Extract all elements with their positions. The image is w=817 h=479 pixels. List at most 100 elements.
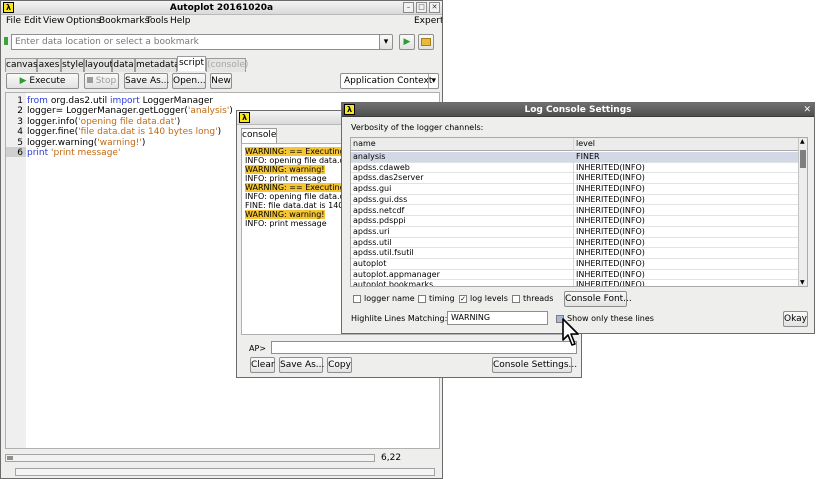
menu-expert[interactable]: Expert	[414, 15, 442, 27]
table-row[interactable]: apdss.gui INHERITED(INFO)	[351, 184, 799, 195]
menu-options[interactable]: Options	[66, 15, 101, 27]
logger-name-cell: autoplot	[351, 259, 574, 270]
logger-level-cell[interactable]: INHERITED(INFO)	[574, 248, 799, 259]
context-select[interactable]: Application Context ▾	[340, 73, 439, 89]
table-row[interactable]: apdss.uri INHERITED(INFO)	[351, 226, 799, 238]
table-row[interactable]: analysis FINER	[351, 152, 799, 163]
logger-level-cell[interactable]: INHERITED(INFO)	[574, 194, 799, 206]
data-location-input[interactable]: Enter data location or select a bookmark	[11, 34, 380, 50]
code-line: logger.warning('warning!')	[27, 138, 145, 148]
console-settings-button[interactable]: Console Settings...	[492, 357, 577, 373]
console-save-as-button[interactable]: Save As...	[279, 357, 324, 373]
threads-label: threads	[523, 294, 554, 303]
console-font-button[interactable]: Console Font...	[564, 291, 632, 307]
code-token: 'opening file data.dat'	[78, 116, 177, 127]
scroll-up-icon[interactable]: ▲	[800, 138, 805, 145]
table-row[interactable]: autoplot.bookmarks INHERITED(INFO)	[351, 280, 799, 286]
tab-style[interactable]: style	[61, 58, 84, 72]
menu-view[interactable]: View	[43, 15, 64, 27]
console-tab[interactable]: console	[241, 128, 277, 143]
table-row[interactable]: autoplot.appmanager INHERITED(INFO)	[351, 269, 799, 281]
logger-level-cell[interactable]: INHERITED(INFO)	[574, 173, 799, 185]
log-levels-checkbox[interactable]: ✓	[459, 295, 467, 303]
bookmark-folder-button[interactable]	[418, 34, 434, 50]
vertical-scrollbar[interactable]: ▲ ▼	[798, 138, 807, 286]
timing-checkbox[interactable]	[418, 295, 426, 303]
code-token: 'print message'	[51, 148, 121, 158]
close-icon[interactable]: ✕	[429, 2, 440, 13]
logger-level-cell[interactable]: INHERITED(INFO)	[574, 269, 799, 281]
tab-canvas[interactable]: canvas	[5, 58, 38, 72]
maximize-icon[interactable]: □	[416, 2, 427, 13]
menu-help[interactable]: Help	[170, 15, 191, 27]
clear-button[interactable]: Clear	[250, 357, 275, 373]
command-input[interactable]	[271, 341, 577, 354]
open-button[interactable]: Open...	[172, 73, 206, 89]
logger-name-label: logger name	[364, 294, 415, 303]
logger-level-cell[interactable]: INHERITED(INFO)	[574, 237, 799, 249]
logger-name-cell: apdss.netcdf	[351, 205, 574, 217]
scroll-thumb[interactable]	[7, 456, 13, 460]
logger-table[interactable]: name level analysis FINER apdss.cdaweb INHE…	[350, 137, 808, 287]
main-titlebar[interactable]: λ Autoplot 20161020a – □ ✕	[1, 1, 442, 15]
logger-level-cell[interactable]: INHERITED(INFO)	[574, 205, 799, 217]
stop-button[interactable]: Stop	[84, 73, 119, 89]
logger-name-cell: apdss.util	[351, 237, 574, 249]
table-row[interactable]: apdss.pdsppi INHERITED(INFO)	[351, 216, 799, 227]
execute-button[interactable]: ▶ Execute	[6, 73, 79, 89]
column-header-level[interactable]: level	[574, 138, 799, 151]
console-line: WARNING: == Executing S	[245, 183, 353, 192]
table-row[interactable]: apdss.das2server INHERITED(INFO)	[351, 173, 799, 185]
menu-bookmarks[interactable]: Bookmarks	[99, 15, 149, 27]
menu-edit[interactable]: Edit	[24, 15, 41, 27]
tab-axes[interactable]: axes	[37, 58, 61, 72]
console-line-text: WARNING: == Executing S	[245, 147, 353, 156]
code-token: org.das2.util	[47, 96, 111, 106]
menu-file[interactable]: File	[6, 15, 21, 27]
scroll-down-icon[interactable]: ▼	[800, 279, 805, 286]
table-row[interactable]: apdss.util INHERITED(INFO)	[351, 237, 799, 249]
logger-level-cell[interactable]: INHERITED(INFO)	[574, 226, 799, 238]
logger-name-cell: autoplot.appmanager	[351, 269, 574, 281]
table-row[interactable]: apdss.util.fsutil INHERITED(INFO)	[351, 248, 799, 259]
tab-script[interactable]: script	[177, 56, 206, 71]
table-row[interactable]: autoplot INHERITED(INFO)	[351, 259, 799, 270]
logger-name-cell: analysis	[351, 152, 574, 163]
table-row[interactable]: apdss.gui.dss INHERITED(INFO)	[351, 194, 799, 206]
console-line: WARNING: warning!	[245, 210, 325, 219]
new-button[interactable]: New	[210, 73, 232, 89]
timing-label: timing	[429, 294, 455, 303]
settings-titlebar[interactable]: λ Log Console Settings ✕	[342, 103, 814, 117]
tab-metadata[interactable]: metadata	[135, 58, 180, 72]
table-row[interactable]: apdss.cdaweb INHERITED(INFO)	[351, 162, 799, 174]
cursor-position: 6,22	[381, 453, 402, 463]
logger-level-cell[interactable]: INHERITED(INFO)	[574, 216, 799, 227]
tab-data[interactable]: data	[112, 58, 135, 72]
close-icon[interactable]: ✕	[803, 103, 811, 117]
logger-level-cell[interactable]: INHERITED(INFO)	[574, 280, 799, 286]
scroll-thumb[interactable]	[800, 150, 806, 168]
column-header-name[interactable]: name	[351, 138, 574, 151]
table-row[interactable]: apdss.netcdf INHERITED(INFO)	[351, 205, 799, 217]
logger-level-cell[interactable]: INHERITED(INFO)	[574, 184, 799, 195]
logger-level-cell[interactable]: INHERITED(INFO)	[574, 259, 799, 270]
tab-console[interactable]: (console)	[206, 58, 248, 72]
address-dropdown-button[interactable]: ▾	[379, 34, 393, 50]
copy-button[interactable]: Copy	[327, 357, 352, 373]
save-as-button[interactable]: Save As...	[124, 73, 169, 89]
threads-checkbox[interactable]	[512, 295, 520, 303]
code-token: )	[141, 137, 146, 148]
logger-name-checkbox[interactable]	[353, 295, 361, 303]
minimize-icon[interactable]: –	[403, 2, 414, 13]
logger-level-cell[interactable]: INHERITED(INFO)	[574, 162, 799, 174]
menu-tools[interactable]: Tools	[146, 15, 168, 27]
plot-go-button[interactable]: ▶	[399, 34, 415, 50]
logger-level-cell[interactable]: FINER	[574, 152, 799, 163]
highlite-input[interactable]: WARNING	[447, 311, 548, 325]
autoplot-logo-icon: λ	[344, 104, 355, 115]
okay-button[interactable]: Okay	[783, 311, 808, 327]
tab-layout[interactable]: layout	[84, 58, 113, 72]
play-icon: ▶	[19, 76, 27, 86]
code-line: print 'print message'	[27, 148, 120, 158]
horizontal-scrollbar[interactable]	[5, 454, 375, 462]
